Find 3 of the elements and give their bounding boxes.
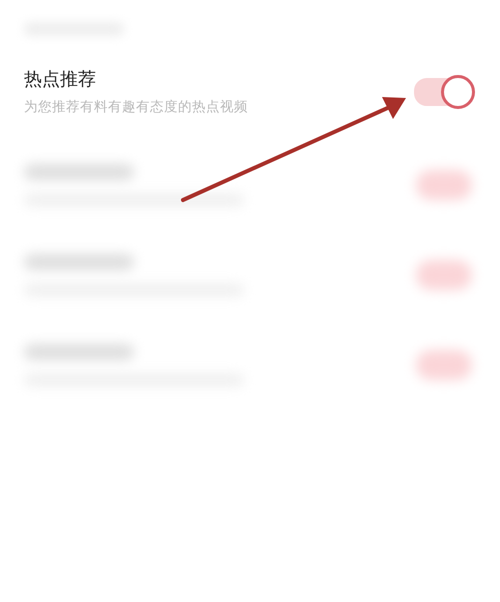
setting-title: 热点推荐 [24, 68, 97, 92]
toggle-switch[interactable] [414, 78, 472, 106]
setting-description: 为您推荐有料有趣有态度的热点视频 [24, 98, 248, 116]
